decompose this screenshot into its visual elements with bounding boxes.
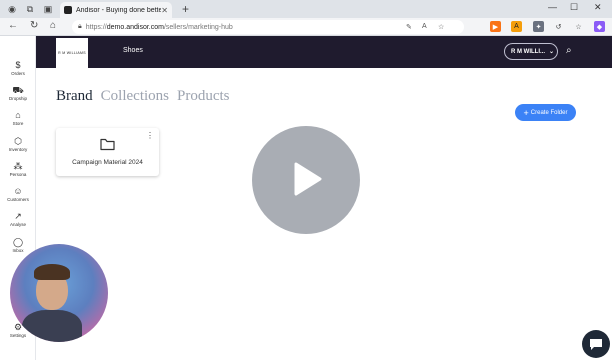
read-aloud-icon[interactable]: ✎ xyxy=(406,23,412,31)
tab-brand[interactable]: Brand xyxy=(56,88,93,104)
brand-logo[interactable]: R M WILLIAMS xyxy=(56,38,88,68)
sidebar-item-dropship[interactable]: ⛟ Dropship xyxy=(0,85,36,101)
close-window-icon[interactable]: ✕ xyxy=(594,2,602,13)
users-icon: ☺ xyxy=(13,186,23,196)
sidebar-item-label: Persona xyxy=(9,172,27,177)
chevron-down-icon: ⌄ xyxy=(549,49,555,55)
sidebar-item-orders[interactable]: $ Orders xyxy=(0,60,36,76)
folder-icon xyxy=(100,138,115,156)
store-icon: ⌂ xyxy=(15,110,21,120)
minimize-icon[interactable]: — xyxy=(548,2,557,12)
sidebar-item-label: Store xyxy=(12,121,24,126)
logo-text: R M WILLIAMS xyxy=(58,51,86,55)
reload-icon[interactable]: ↻ xyxy=(30,20,38,31)
marketing-tabs: Brand Collections Products xyxy=(56,88,238,105)
home-icon[interactable]: ⌂ xyxy=(50,20,56,31)
app-header: R M WILLIAMS Shoes R M WILLI... ⌄ ⌕ xyxy=(36,36,612,68)
url-path: /sellers/marketing-hub xyxy=(163,23,233,31)
extension-puzzle-icon[interactable]: ✦ xyxy=(533,21,544,32)
sidebar-item-label: Orders xyxy=(11,71,25,76)
user-label: R M WILLI... xyxy=(511,48,545,55)
workspaces-icon[interactable]: ⧉ xyxy=(24,3,36,15)
sidebar-item-label: Dropship xyxy=(8,96,27,101)
folder-name: Campaign Material 2024 xyxy=(72,159,143,166)
back-icon[interactable]: ← xyxy=(8,20,18,31)
sidebar-item-label: Customers xyxy=(7,197,29,202)
maximize-icon[interactable]: ☐ xyxy=(570,2,578,13)
browser-toolbar: ← ↻ ⌂ 🔒︎ https://demo.andisor.com/seller… xyxy=(0,18,612,36)
sidebar-item-persona[interactable]: ⁂ Persona xyxy=(0,161,36,177)
favorite-star-icon[interactable]: ☆ xyxy=(438,23,444,31)
presenter-body xyxy=(22,310,82,342)
folder-card[interactable]: Campaign Material 2024 ⋮ xyxy=(56,128,159,176)
sidebar-item-label: Analyse xyxy=(9,222,26,227)
browser-profile-icon[interactable]: ◉ xyxy=(6,3,18,15)
video-play-button[interactable] xyxy=(252,126,360,234)
sidebar-item-inventory[interactable]: ⬡ Inventory xyxy=(0,136,36,152)
truck-icon: ⛟ xyxy=(12,85,24,95)
browser-tab-bar: ◉ ⧉ ▣ Andisor - Buying done better ✕ + —… xyxy=(0,0,612,18)
chat-icon: ◯ xyxy=(12,237,24,247)
tab-collections[interactable]: Collections xyxy=(101,88,169,104)
shop-name: Shoes xyxy=(123,47,143,54)
dollar-icon: $ xyxy=(15,60,21,70)
presenter-hair xyxy=(34,264,70,280)
sidebar-item-label: Inventory xyxy=(8,147,28,152)
box-icon: ⬡ xyxy=(14,136,22,146)
andisor-favicon-icon xyxy=(64,6,72,14)
url-host: demo.andisor.com xyxy=(106,23,164,31)
create-folder-button[interactable]: + Create Folder xyxy=(515,104,576,121)
tab-title: Andisor - Buying done better xyxy=(76,6,162,14)
zoom-icon[interactable]: A xyxy=(422,23,427,30)
plus-icon: + xyxy=(523,107,529,118)
chat-bubble-icon xyxy=(590,338,602,350)
sidebar-item-inbox[interactable]: ◯ Inbox xyxy=(0,237,36,253)
create-folder-label: Create Folder xyxy=(530,109,568,116)
sidebar-item-analyse[interactable]: ↗ Analyse xyxy=(0,211,36,227)
browser-tab[interactable]: Andisor - Buying done better ✕ xyxy=(60,2,172,18)
chat-widget-button[interactable] xyxy=(582,330,610,358)
new-tab-button[interactable]: + xyxy=(182,2,189,16)
close-tab-icon[interactable]: ✕ xyxy=(161,6,168,15)
extension-a-icon[interactable]: A xyxy=(511,21,522,32)
persona-icon: ⁂ xyxy=(13,161,23,171)
chart-icon: ↗ xyxy=(14,211,22,221)
more-options-icon[interactable]: ⋮ xyxy=(146,131,154,140)
collections-icon[interactable]: ↺ xyxy=(553,21,564,32)
webcam-overlay xyxy=(10,244,108,342)
tab-products[interactable]: Products xyxy=(177,88,230,104)
play-icon xyxy=(294,162,322,196)
favorites-icon[interactable]: ☆ xyxy=(573,21,584,32)
copilot-icon[interactable]: ◆ xyxy=(594,21,605,32)
sidebar-item-customers[interactable]: ☺ Customers xyxy=(0,186,36,202)
address-bar[interactable]: 🔒︎ https://demo.andisor.com/sellers/mark… xyxy=(72,20,464,34)
extension-rss-icon[interactable]: ▶ xyxy=(490,21,501,32)
url-scheme: https:// xyxy=(85,23,107,31)
user-menu-button[interactable]: R M WILLI... ⌄ xyxy=(504,43,558,60)
sidebar-item-store[interactable]: ⌂ Store xyxy=(0,110,36,126)
tab-actions-icon[interactable]: ▣ xyxy=(42,3,54,15)
lock-icon: 🔒︎ xyxy=(78,23,82,30)
search-icon[interactable]: ⌕ xyxy=(566,45,572,56)
